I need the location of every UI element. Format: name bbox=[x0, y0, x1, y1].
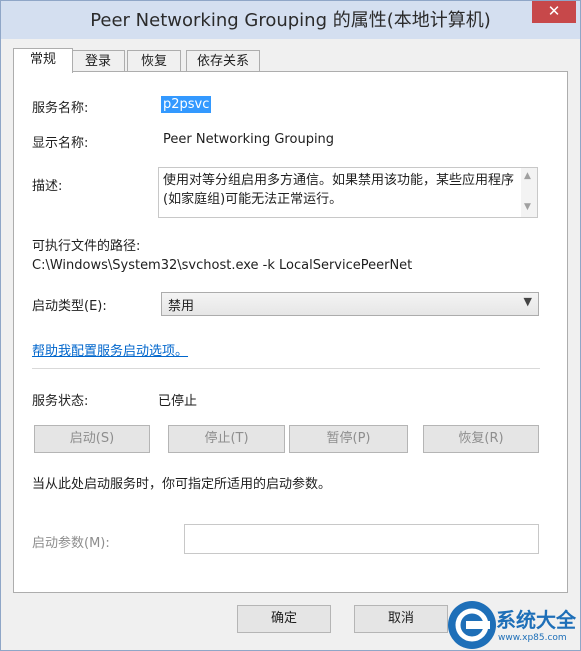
properties-dialog: Peer Networking Grouping 的属性(本地计算机) ✕ 常规… bbox=[0, 0, 581, 651]
description-label: 描述: bbox=[32, 179, 63, 194]
service-status-label: 服务状态: bbox=[32, 394, 89, 409]
exe-path-value: C:\Windows\System32\svchost.exe -k Local… bbox=[32, 258, 413, 273]
tab-dependencies[interactable]: 依存关系 bbox=[186, 50, 260, 72]
start-button[interactable]: 启动(S) bbox=[34, 425, 150, 453]
watermark-text: 系统大全 bbox=[496, 608, 576, 632]
title-bar: Peer Networking Grouping 的属性(本地计算机) ✕ bbox=[1, 1, 580, 39]
startup-type-label: 启动类型(E): bbox=[32, 299, 107, 314]
watermark: 系统大全 www.xp85.com bbox=[446, 599, 580, 650]
startup-type-value: 禁用 bbox=[168, 299, 195, 314]
tab-logon[interactable]: 登录 bbox=[71, 50, 125, 72]
description-box[interactable]: 使用对等分组启用多方通信。如果禁用该功能，某些应用程序(如家庭组)可能无法正常运… bbox=[158, 167, 538, 218]
close-icon: ✕ bbox=[547, 2, 561, 20]
service-name-value[interactable]: p2psvc bbox=[161, 96, 212, 113]
service-name-label: 服务名称: bbox=[32, 101, 89, 116]
start-params-input[interactable] bbox=[184, 524, 539, 554]
service-status-value: 已停止 bbox=[158, 394, 198, 409]
watermark-url: www.xp85.com bbox=[498, 633, 567, 643]
resume-button[interactable]: 恢复(R) bbox=[423, 425, 539, 453]
scroll-up-icon[interactable]: ▲ bbox=[524, 171, 531, 181]
watermark-logo-icon bbox=[448, 601, 496, 649]
display-name-value: Peer Networking Grouping bbox=[163, 132, 335, 147]
general-tab-panel: 服务名称: p2psvc 显示名称: Peer Networking Group… bbox=[13, 71, 568, 593]
cancel-button[interactable]: 取消 bbox=[354, 605, 448, 633]
description-text: 使用对等分组启用多方通信。如果禁用该功能，某些应用程序(如家庭组)可能无法正常运… bbox=[163, 173, 515, 207]
pause-button[interactable]: 暂停(P) bbox=[289, 425, 408, 453]
close-button[interactable]: ✕ bbox=[532, 1, 576, 23]
divider bbox=[32, 368, 540, 369]
help-config-link[interactable]: 帮助我配置服务启动选项。 bbox=[32, 340, 188, 359]
tab-recovery[interactable]: 恢复 bbox=[127, 50, 181, 72]
description-scrollbar[interactable]: ▲ ▼ bbox=[521, 168, 537, 217]
start-params-hint: 当从此处启动服务时，你可指定所适用的启动参数。 bbox=[32, 477, 332, 492]
ok-button[interactable]: 确定 bbox=[237, 605, 331, 633]
display-name-label: 显示名称: bbox=[32, 136, 89, 151]
startup-type-select[interactable]: 禁用 ▼ bbox=[161, 292, 539, 316]
exe-path-label: 可执行文件的路径: bbox=[32, 239, 141, 254]
start-params-label: 启动参数(M): bbox=[32, 536, 110, 551]
stop-button[interactable]: 停止(T) bbox=[168, 425, 285, 453]
window-title: Peer Networking Grouping 的属性(本地计算机) bbox=[90, 10, 491, 31]
chevron-down-icon: ▼ bbox=[523, 295, 532, 308]
scroll-down-icon[interactable]: ▼ bbox=[524, 202, 531, 212]
tab-general[interactable]: 常规 bbox=[13, 48, 73, 73]
